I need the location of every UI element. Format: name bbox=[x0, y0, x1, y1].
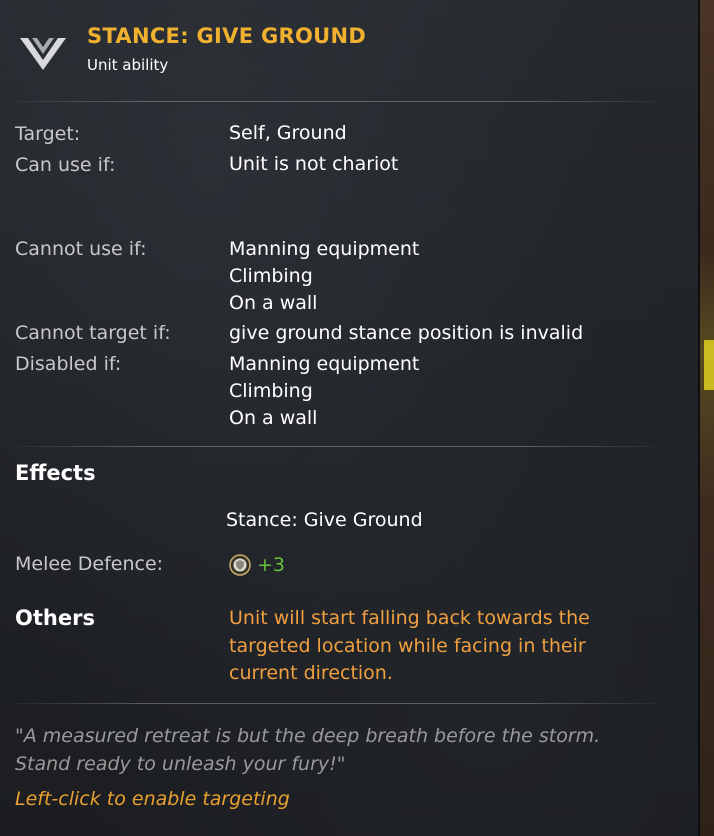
melee-defence-value: +3 bbox=[257, 554, 286, 576]
divider bbox=[16, 703, 656, 704]
cannot-use-item: On a wall bbox=[229, 292, 318, 314]
effects-heading: Effects bbox=[15, 461, 96, 485]
cannot-use-item: Manning equipment bbox=[229, 238, 420, 260]
targeting-hint: Left-click to enable targeting bbox=[15, 788, 290, 810]
can-use-label: Can use if: bbox=[15, 154, 116, 176]
give-ground-chevron-icon bbox=[20, 38, 66, 70]
background-highlight bbox=[704, 340, 714, 390]
disabled-item: On a wall bbox=[229, 407, 318, 429]
target-value: Self, Ground bbox=[229, 122, 347, 144]
others-heading: Others bbox=[15, 606, 95, 630]
disabled-values: Manning equipment Climbing On a wall bbox=[229, 351, 419, 432]
divider bbox=[16, 101, 656, 102]
divider bbox=[16, 446, 656, 447]
disabled-item: Climbing bbox=[229, 380, 313, 402]
others-description: Unit will start falling back towards the… bbox=[229, 607, 590, 684]
cannot-use-values: Manning equipment Climbing On a wall bbox=[229, 236, 419, 317]
cannot-use-label: Cannot use if: bbox=[15, 238, 147, 260]
can-use-value: Unit is not chariot bbox=[229, 153, 399, 175]
melee-defence-label: Melee Defence: bbox=[15, 553, 164, 575]
target-label: Target: bbox=[15, 123, 81, 145]
effect-stance-name: Stance: Give Ground bbox=[226, 509, 423, 531]
ability-title: STANCE: GIVE GROUND bbox=[87, 24, 367, 48]
disabled-label: Disabled if: bbox=[15, 353, 122, 375]
flavor-text: "A measured retreat is but the deep brea… bbox=[15, 725, 601, 775]
disabled-item: Manning equipment bbox=[229, 353, 420, 375]
cannot-use-item: Climbing bbox=[229, 265, 313, 287]
ability-tooltip: STANCE: GIVE GROUND Unit ability Target:… bbox=[0, 0, 698, 836]
background-game-edge bbox=[698, 0, 714, 836]
cannot-target-label: Cannot target if: bbox=[15, 322, 171, 344]
melee-defence-shield-icon bbox=[229, 554, 251, 576]
cannot-target-value: give ground stance position is invalid bbox=[229, 322, 584, 344]
ability-subtitle: Unit ability bbox=[87, 56, 169, 74]
